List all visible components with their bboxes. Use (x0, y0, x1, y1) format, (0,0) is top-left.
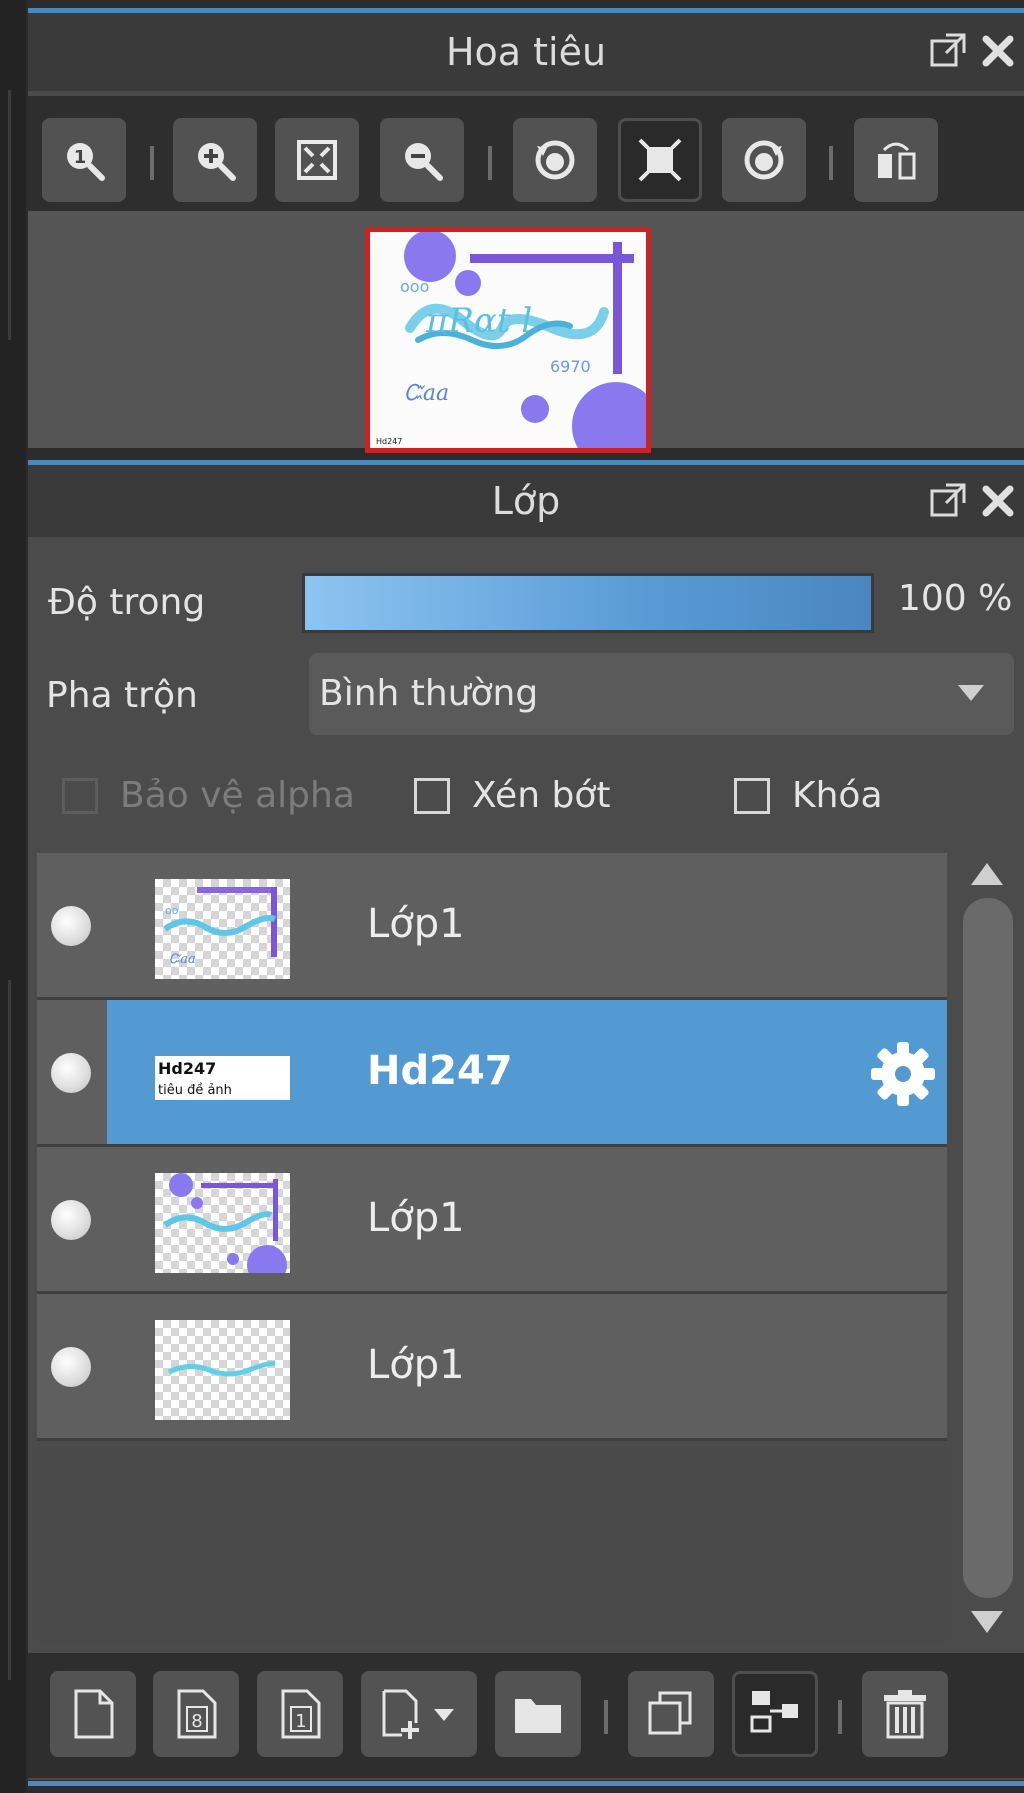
flip-horizontal-button[interactable] (854, 118, 938, 202)
svg-text:πRαt l: πRαt l (425, 301, 532, 341)
left-rail (0, 0, 26, 1793)
layer-thumbnail (155, 1173, 290, 1273)
protect-alpha-checkbox[interactable]: Bảo vệ alpha (62, 775, 355, 816)
new-1bit-layer-button[interactable]: 1 (257, 1671, 343, 1757)
new-folder-button[interactable] (495, 1671, 581, 1757)
new-layer-icon (74, 1689, 114, 1739)
fit-to-window-icon (297, 140, 337, 180)
layer-row[interactable]: oo Ꮸaa Lớp1 (37, 853, 947, 1000)
fullscreen-button[interactable] (618, 118, 702, 202)
merge-down-icon (750, 1691, 798, 1733)
layer-thumbnail (155, 1320, 290, 1420)
chevron-down-icon (958, 685, 984, 701)
visibility-toggle-icon[interactable] (51, 1347, 91, 1387)
svg-text:Hd247: Hd247 (376, 437, 402, 446)
visibility-toggle-icon[interactable] (51, 1053, 91, 1093)
navigator-preview-area[interactable]: πRαt l ooo 6970 Ꮸaa Hd247 (28, 211, 1024, 453)
opacity-label: Độ trong (48, 582, 206, 623)
fullscreen-icon (638, 138, 682, 182)
layer-name: Lớp1 (367, 1195, 465, 1241)
lock-label: Khóa (792, 775, 883, 816)
layer-footer-toolbar: 8 1 (28, 1653, 1024, 1778)
duplicate-layer-button[interactable] (628, 1671, 714, 1757)
clipping-label: Xén bớt (472, 775, 611, 816)
navigator-panel: Hoa tiêu 1 πRαt l ooo 6970 Ꮸaa Hd247 (28, 8, 1024, 453)
new-1bit-layer-icon: 1 (281, 1689, 321, 1739)
visibility-toggle-icon[interactable] (51, 906, 91, 946)
gear-icon[interactable] (869, 1040, 937, 1108)
close-icon[interactable] (978, 481, 1018, 521)
navigator-header: Hoa tiêu (28, 13, 1024, 91)
layer-list: oo Ꮸaa Lớp1 Hd247 tiêu đề ảnh Hd247 Lớp1… (37, 853, 947, 1643)
visibility-toggle-icon[interactable] (51, 1200, 91, 1240)
close-icon[interactable] (978, 31, 1018, 71)
layer-thumbnail: oo Ꮸaa (155, 879, 290, 979)
zoom-in-button[interactable] (173, 118, 257, 202)
new-8bit-layer-icon: 8 (177, 1689, 217, 1739)
duplicate-layer-icon (648, 1691, 692, 1735)
svg-text:oo: oo (165, 904, 179, 917)
merge-down-button[interactable] (732, 1671, 818, 1757)
layer-list-scrollbar[interactable] (957, 853, 1017, 1643)
detach-icon[interactable] (928, 31, 968, 71)
layer-row[interactable]: Lớp1 (37, 1147, 947, 1294)
rotate-right-icon (744, 140, 784, 180)
detach-icon[interactable] (928, 481, 968, 521)
zoom-in-icon (198, 143, 236, 181)
zoom-actual-size-button[interactable]: 1 (42, 118, 126, 202)
fit-to-window-button[interactable] (275, 118, 359, 202)
layer-name: Lớp1 (367, 1342, 465, 1388)
canvas-preview-image: πRαt l ooo 6970 Ꮸaa Hd247 (370, 232, 646, 448)
scroll-down-icon[interactable] (971, 1611, 1003, 1633)
delete-layer-button[interactable] (862, 1671, 948, 1757)
delete-layer-icon (884, 1690, 926, 1739)
rotate-left-icon (535, 140, 575, 180)
opacity-slider[interactable] (302, 573, 874, 633)
layer-row[interactable]: Lớp1 (37, 1294, 947, 1441)
svg-text:Hd247: Hd247 (158, 1059, 216, 1078)
new-8bit-layer-button[interactable]: 8 (153, 1671, 239, 1757)
layer-name: Hd247 (367, 1048, 513, 1094)
rotate-right-button[interactable] (722, 118, 806, 202)
add-layer-menu-button[interactable] (361, 1671, 477, 1757)
svg-text:ooo: ooo (400, 277, 429, 296)
flip-horizontal-icon (878, 142, 916, 180)
opacity-value: 100 % (898, 578, 1013, 619)
svg-text:6970: 6970 (550, 357, 591, 376)
svg-text:1: 1 (295, 1711, 306, 1732)
rotate-left-button[interactable] (513, 118, 597, 202)
zoom-out-icon (405, 143, 443, 181)
zoom-out-button[interactable] (380, 118, 464, 202)
navigator-toolbar: 1 (28, 96, 1024, 211)
svg-text:tiêu đề ảnh: tiêu đề ảnh (158, 1083, 232, 1098)
svg-text:Ꮸaa: Ꮸaa (404, 381, 449, 406)
svg-text:8: 8 (191, 1711, 202, 1732)
blend-mode-select[interactable]: Bình thường (309, 653, 1014, 735)
layers-header: Lớp (28, 465, 1024, 537)
scrollbar-thumb[interactable] (963, 898, 1013, 1598)
svg-text:1: 1 (74, 147, 87, 168)
navigator-title: Hoa tiêu (445, 30, 607, 74)
blend-mode-value: Bình thường (319, 673, 539, 714)
new-layer-button[interactable] (50, 1671, 136, 1757)
layer-row-selected[interactable]: Hd247 tiêu đề ảnh Hd247 (37, 1000, 947, 1147)
scroll-up-icon[interactable] (971, 863, 1003, 885)
lock-checkbox[interactable]: Khóa (734, 775, 883, 816)
blend-mode-label: Pha trộn (46, 675, 198, 716)
layers-title: Lớp (491, 479, 561, 523)
svg-text:Ꮸaa: Ꮸaa (169, 952, 196, 967)
layer-thumbnail: Hd247 tiêu đề ảnh (155, 1026, 290, 1126)
layer-name: Lớp1 (367, 901, 465, 947)
navigator-preview-frame[interactable]: πRαt l ooo 6970 Ꮸaa Hd247 (365, 227, 651, 453)
clipping-checkbox[interactable]: Xén bớt (414, 775, 610, 816)
protect-alpha-label: Bảo vệ alpha (120, 775, 355, 816)
layers-panel: Lớp Độ trong 100 % Pha trộn Bình thường … (28, 460, 1024, 1780)
zoom-actual-size-icon: 1 (67, 143, 105, 181)
new-folder-icon (515, 1699, 561, 1733)
add-layer-menu-icon (382, 1689, 454, 1739)
